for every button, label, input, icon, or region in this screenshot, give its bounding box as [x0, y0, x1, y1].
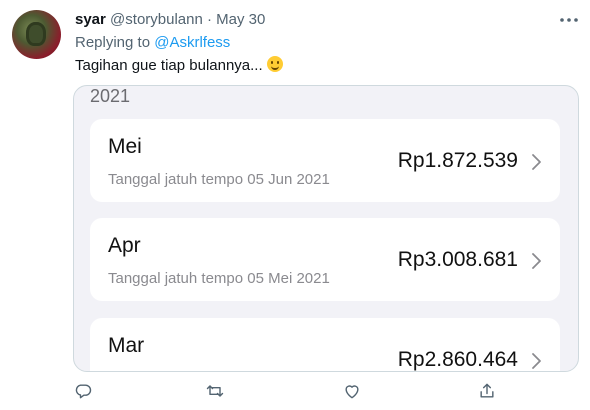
tweet-date[interactable]: May 30 — [216, 11, 265, 28]
bill-amount: Rp2.860.464 — [397, 348, 518, 371]
replying-to-mention[interactable]: @Askrlfess — [154, 34, 230, 51]
chevron-right-icon — [532, 353, 541, 369]
reply-icon[interactable] — [73, 381, 93, 401]
tweet-text-body: Tagihan gue tiap bulannya... — [75, 57, 263, 74]
bill-card-mar[interactable]: Mar Rp2.860.464 — [90, 318, 560, 371]
bill-month: Mei — [108, 135, 142, 158]
bill-amount: Rp3.008.681 — [397, 248, 518, 271]
tweet-header: syar @storybulann · May 30 — [75, 11, 265, 29]
more-horizontal-icon[interactable] — [558, 12, 580, 28]
chevron-right-icon — [532, 154, 541, 170]
tweet-image[interactable]: 2021 Mei Tanggal jatuh tempo 05 Jun 2021… — [73, 85, 579, 372]
year-label: 2021 — [90, 86, 131, 106]
bill-due-date: Tanggal jatuh tempo 05 Mei 2021 — [108, 270, 330, 287]
tweet-text: Tagihan gue tiap bulannya... — [75, 56, 283, 74]
avatar[interactable] — [12, 10, 61, 59]
bill-amount: Rp1.872.539 — [397, 149, 518, 172]
separator-dot: · — [207, 11, 212, 28]
retweet-icon[interactable] — [205, 381, 225, 401]
replying-to-label: Replying to — [75, 34, 151, 51]
chevron-right-icon — [532, 253, 541, 269]
replying-to: Replying to @Askrlfess — [75, 34, 230, 51]
bill-month: Apr — [108, 234, 141, 257]
display-name[interactable]: syar — [75, 11, 106, 28]
bill-card-apr[interactable]: Apr Tanggal jatuh tempo 05 Mei 2021 Rp3.… — [90, 218, 560, 301]
slightly-smiling-face-icon — [266, 56, 283, 72]
like-icon[interactable] — [342, 381, 362, 401]
bill-card-mei[interactable]: Mei Tanggal jatuh tempo 05 Jun 2021 Rp1.… — [90, 119, 560, 202]
user-handle[interactable]: @storybulann — [110, 11, 203, 28]
tweet-actions — [0, 381, 590, 405]
bill-month: Mar — [108, 334, 145, 357]
bill-due-date: Tanggal jatuh tempo 05 Jun 2021 — [108, 171, 330, 188]
share-icon[interactable] — [477, 381, 497, 401]
